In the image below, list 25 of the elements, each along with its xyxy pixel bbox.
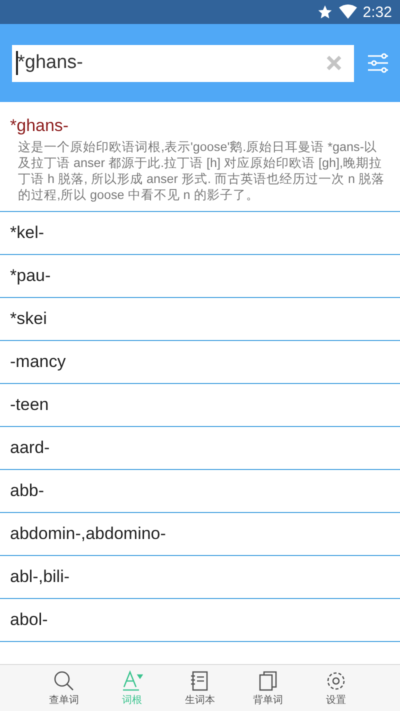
entry-row[interactable]: -teen [0,384,400,427]
entry-row[interactable]: *pau- [0,255,400,298]
nav-tab[interactable]: 设置 [302,665,370,711]
clear-icon[interactable] [326,55,342,71]
entry-row[interactable]: *skei [0,298,400,341]
cards-icon [257,670,279,692]
filter-icon[interactable] [366,51,390,75]
wifi-icon [338,4,357,20]
nav-tab[interactable]: 查单词 [30,665,98,711]
entry-row[interactable]: abol- [0,599,400,642]
entry-definition: 这是一个原始印欧语词根,表示'goose'鹅.原始日耳曼语 *gans-以及拉丁语 anser 都源于此.拉丁语 [h] 对应原始印欧语 [gh],晚期拉丁语 h 脱落, 所以形成 anser 形式. 而古英语也经历过一次 n 脱落的过程,所以 goose 中看不见 n 的影子了。 [17,139,386,203]
settings-icon [325,670,347,692]
entry-row[interactable]: -mancy [0,341,400,384]
letter-a-icon [121,670,143,692]
star-icon [316,4,333,20]
nav-tab[interactable]: 生词本 [166,665,234,711]
entry-term[interactable]: *ghans- [10,116,390,136]
entry-row[interactable]: abb- [0,470,400,513]
nav-tab[interactable]: 背单词 [234,665,302,711]
entry-row[interactable]: aard- [0,427,400,470]
entry-row[interactable]: abl-,bili- [0,556,400,599]
search-icon [53,670,75,692]
entry-row[interactable]: abdomin-,abdomino- [0,513,400,556]
status-time: 2:32 [362,4,392,20]
entry-row[interactable]: *kel- [0,212,400,255]
